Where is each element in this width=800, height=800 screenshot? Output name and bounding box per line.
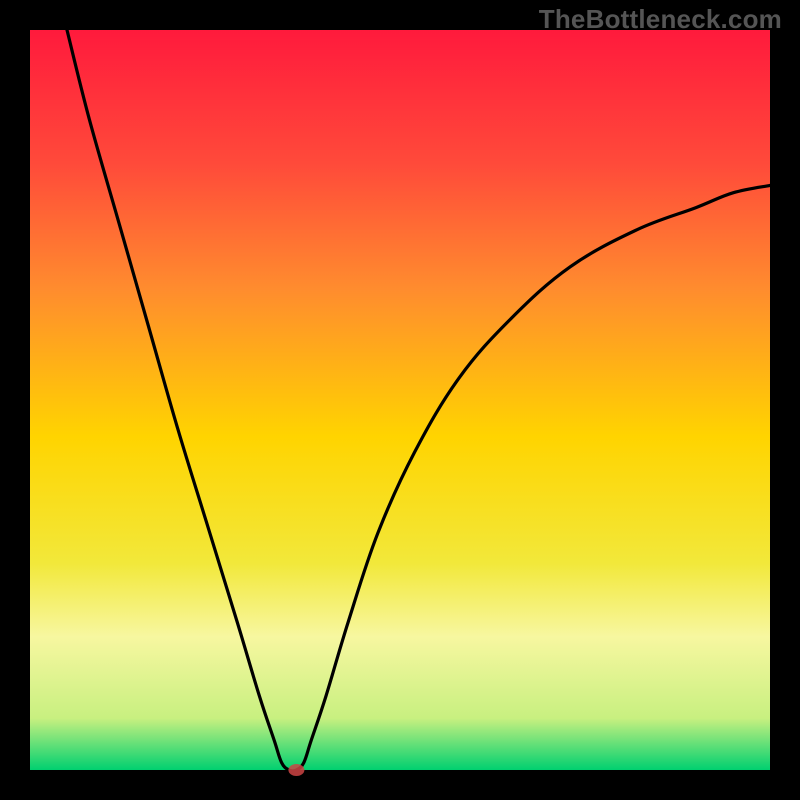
optimum-marker: [288, 764, 304, 776]
plot-background: [30, 30, 770, 770]
chart-frame: TheBottleneck.com: [0, 0, 800, 800]
bottleneck-chart: [0, 0, 800, 800]
